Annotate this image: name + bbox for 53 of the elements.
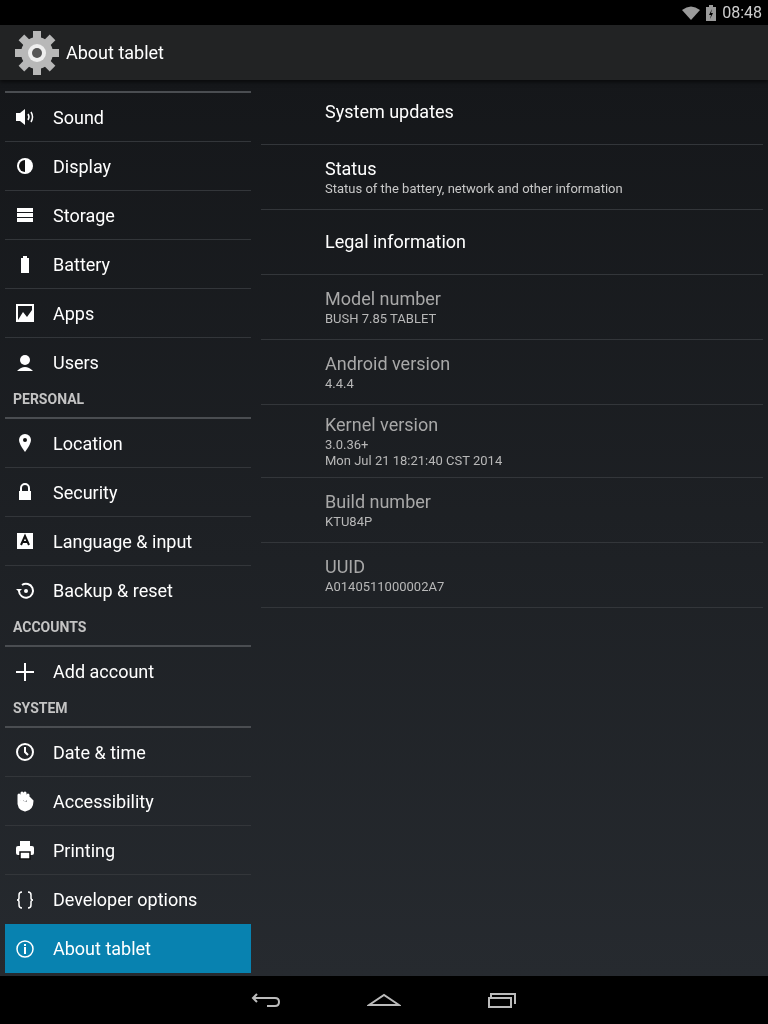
entry-summary: A0140511000002A7 [325,579,446,595]
entry-title: Build number [325,490,432,514]
picture-icon [14,302,36,324]
settings-category[interactable]: Apps [5,289,251,338]
settings-category[interactable]: Sound [5,93,251,142]
section-header: SYSTEM [12,700,69,716]
about-entry[interactable]: Legal information [261,210,763,275]
settings-category[interactable]: Developer options [5,875,251,924]
settings-category[interactable]: About tablet [5,924,251,973]
entry-title: Android version [325,352,452,376]
clock-time: 08:48 [722,1,762,24]
battery-icon [706,4,717,21]
settings-category[interactable]: Users [5,338,251,387]
entry-title: Status [325,157,378,181]
settings-category[interactable]: Battery [5,240,251,289]
settings-category[interactable]: Storage [5,191,251,240]
wifi-icon [682,5,701,20]
about-entry[interactable]: System updates [261,80,763,145]
settings-category[interactable]: Location [5,419,251,468]
settings-category[interactable]: Display [5,142,251,191]
entry-title: Legal information [325,230,467,254]
speaker-icon [14,106,36,128]
printer-icon [14,839,36,861]
home-icon[interactable] [367,993,401,1007]
braces-icon [14,888,36,911]
recent-apps-icon[interactable] [487,992,517,1008]
clock-icon [14,741,36,763]
about-entry[interactable]: Status Status of the battery, network and other information [261,145,763,210]
section-header: PERSONAL [12,391,86,407]
settings-category[interactable]: Date & time [5,728,251,777]
brightness-icon [14,155,36,177]
entry-summary: BUSH 7.85 TABLET [325,311,438,327]
entry-title: Kernel version [325,413,440,437]
settings-category[interactable]: Accessibility [5,777,251,826]
settings-category[interactable]: Backup & reset [5,566,251,615]
entry-summary: Status of the battery, network and other information [325,181,624,197]
entry-title: UUID [325,555,367,579]
section-header: ACCOUNTS [12,619,88,635]
entry-title: Model number [325,287,442,311]
entry-title: System updates [325,100,455,124]
gear-icon[interactable] [14,29,60,76]
screen-title: About tablet [66,41,164,65]
plus-icon [14,660,36,683]
settings-category[interactable]: Security [5,468,251,517]
settings-category[interactable]: Printing [5,826,251,875]
entry-summary: 4.4.4 [325,376,355,392]
settings-category[interactable]: Language & input [5,517,251,566]
keyboard-letter-icon [14,530,36,552]
info-icon [14,937,36,960]
entry-summary: KTU84P [325,514,374,530]
back-icon[interactable] [251,992,281,1008]
entry-summary: 3.0.36+ Mon Jul 21 18:21:40 CST 2014 [325,437,504,469]
settings-category[interactable]: Add account [5,647,251,696]
